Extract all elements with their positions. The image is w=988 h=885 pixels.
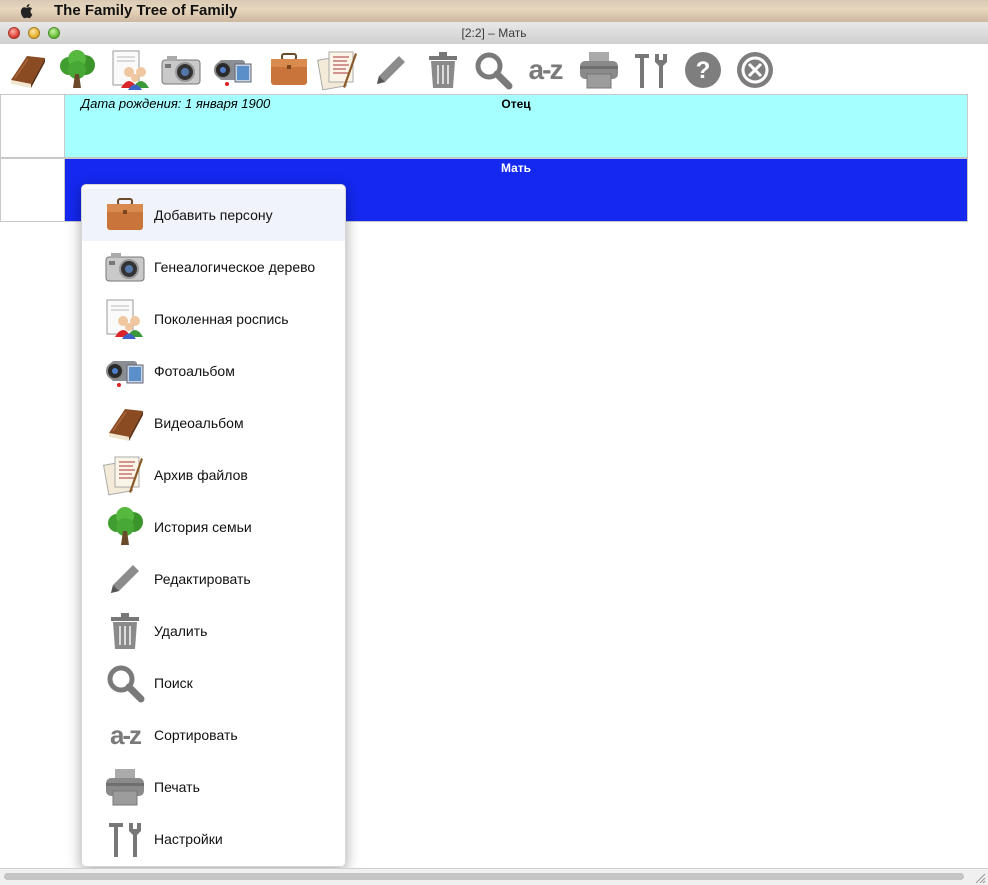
print-icon[interactable]: [576, 47, 622, 93]
book-icon: [102, 401, 148, 445]
people-document-icon: [102, 297, 148, 341]
apple-icon[interactable]: [18, 2, 36, 20]
help-icon[interactable]: [680, 47, 726, 93]
menu-item-add-person[interactable]: Добавить персону: [82, 189, 345, 241]
menu-item-label: Поиск: [154, 675, 193, 691]
settings-icon[interactable]: [628, 47, 674, 93]
menu-item-sort[interactable]: a-z Сортировать: [82, 709, 345, 761]
search-icon[interactable]: [470, 47, 516, 93]
menu-item-delete[interactable]: Удалить: [82, 605, 345, 657]
video-album-icon[interactable]: [4, 47, 50, 93]
context-menu: Добавить персону Генеалогическое дерево …: [81, 184, 346, 867]
family-history-icon[interactable]: [54, 47, 100, 93]
menu-item-edit[interactable]: Редактировать: [82, 553, 345, 605]
person-title: Мать: [500, 161, 532, 175]
menu-item-label: История семьи: [154, 519, 252, 535]
papers-pen-icon: [102, 453, 148, 497]
menu-item-photo-album[interactable]: Фотоальбом: [82, 345, 345, 397]
menu-item-generation-list[interactable]: Поколенная роспись: [82, 293, 345, 345]
menu-item-label: Редактировать: [154, 571, 251, 587]
trash-icon: [102, 609, 148, 653]
sort-glyph: a-z: [528, 54, 564, 85]
horizontal-scrollbar[interactable]: [0, 868, 988, 885]
menu-item-label: Архив файлов: [154, 467, 248, 483]
scrollbar-thumb[interactable]: [4, 873, 964, 880]
printer-icon: [102, 765, 148, 809]
menu-item-label: Добавить персону: [154, 207, 273, 223]
close-icon[interactable]: [732, 47, 778, 93]
camcorder-icon: [102, 349, 148, 393]
photo-album-icon[interactable]: [210, 47, 256, 93]
sort-glyph: a-z: [109, 719, 142, 750]
window-title: [2:2] – Мать: [461, 26, 527, 40]
menu-item-genealogy-tree[interactable]: Генеалогическое дерево: [82, 241, 345, 293]
tree-row-father: Дата рождения: 1 января 1900 Отец: [0, 94, 968, 158]
menu-item-print[interactable]: Печать: [82, 761, 345, 813]
menu-item-label: Печать: [154, 779, 200, 795]
person-cell-father[interactable]: Дата рождения: 1 января 1900 Отец: [65, 95, 967, 157]
menu-item-label: Удалить: [154, 623, 208, 639]
person-title: Отец: [501, 97, 531, 111]
magnifier-icon: [102, 661, 148, 705]
genealogy-tree-icon[interactable]: [158, 47, 204, 93]
menu-item-label: Фотоальбом: [154, 363, 235, 379]
delete-icon[interactable]: [420, 47, 466, 93]
app-title[interactable]: The Family Tree of Family: [54, 2, 237, 19]
menu-item-file-archive[interactable]: Архив файлов: [82, 449, 345, 501]
resize-grip-icon[interactable]: [974, 872, 986, 884]
file-archive-icon[interactable]: [316, 47, 362, 93]
menu-item-label: Генеалогическое дерево: [154, 259, 316, 275]
briefcase-icon: [102, 193, 148, 237]
tools-icon: [102, 817, 148, 861]
row-gutter: [1, 95, 65, 157]
sort-icon[interactable]: a-z: [522, 47, 568, 93]
add-person-icon[interactable]: [266, 47, 312, 93]
row-gutter: [1, 159, 65, 221]
menu-item-label: Поколенная роспись: [154, 311, 289, 327]
tree-icon: [102, 505, 148, 549]
toolbar: a-z: [0, 44, 988, 94]
menu-item-label: Настройки: [154, 831, 223, 847]
menu-item-family-history[interactable]: История семьи: [82, 501, 345, 553]
camera-icon: [102, 245, 148, 289]
pencil-icon: [102, 557, 148, 601]
a-z-icon: a-z: [102, 713, 148, 757]
menu-item-label: Сортировать: [154, 727, 238, 743]
menu-bar: The Family Tree of Family: [0, 0, 988, 22]
generation-list-icon[interactable]: [108, 47, 154, 93]
window-title-bar[interactable]: [2:2] – Мать: [0, 22, 988, 45]
menu-item-video-album[interactable]: Видеоальбом: [82, 397, 345, 449]
edit-icon[interactable]: [368, 47, 414, 93]
menu-item-search[interactable]: Поиск: [82, 657, 345, 709]
menu-item-label: Видеоальбом: [154, 415, 244, 431]
menu-item-settings[interactable]: Настройки: [82, 813, 345, 865]
